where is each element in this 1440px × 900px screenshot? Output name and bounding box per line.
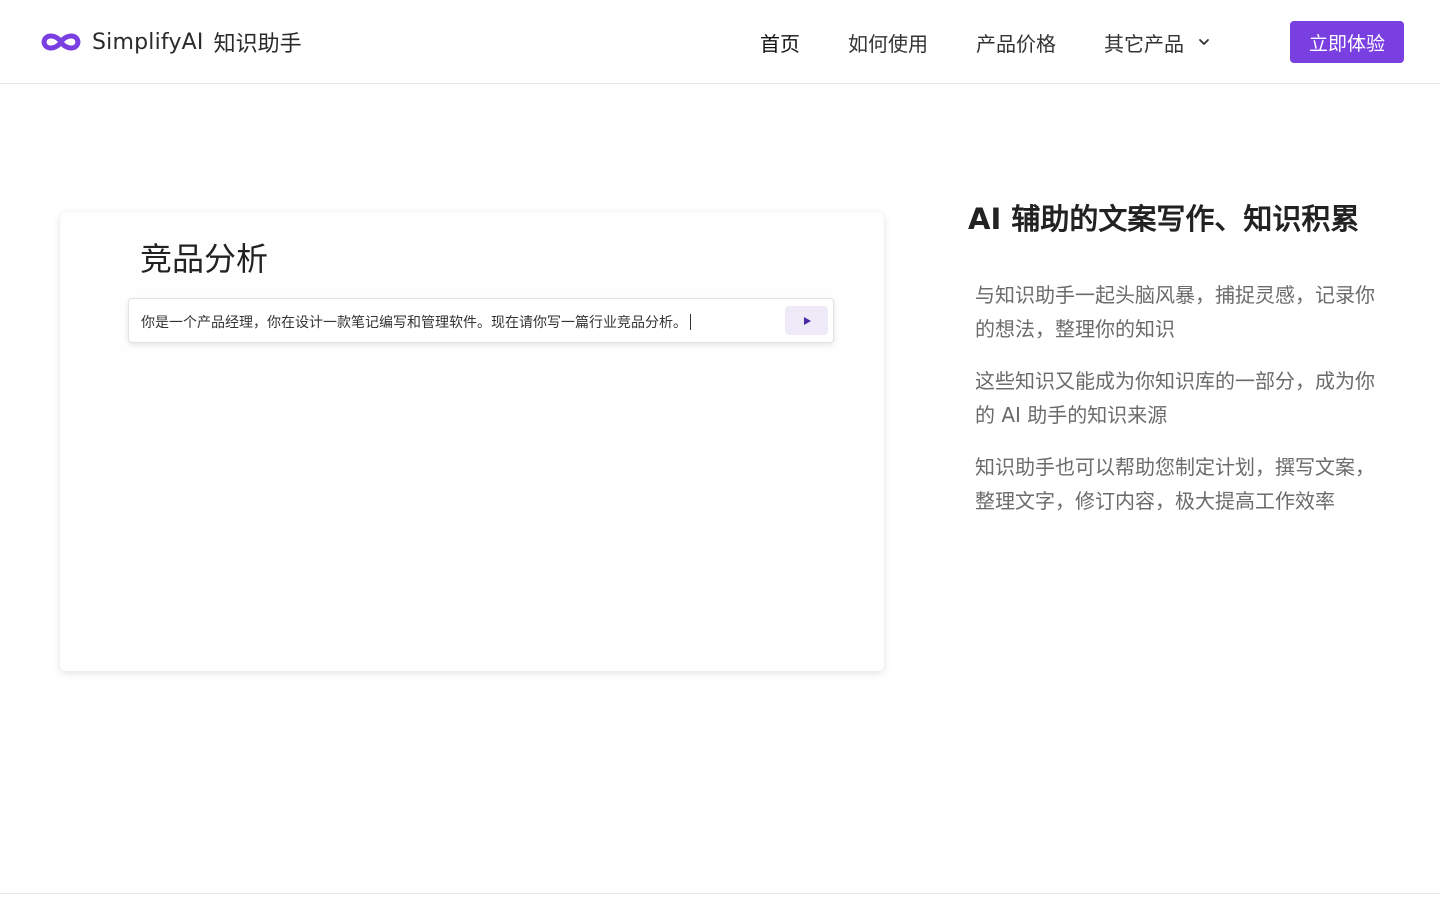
nav-item-pricing[interactable]: 产品价格 xyxy=(976,28,1056,57)
nav-item-label: 首页 xyxy=(760,31,800,56)
nav-item-label: 其它产品 xyxy=(1104,31,1184,56)
nav-item-home[interactable]: 首页 xyxy=(760,28,800,57)
main-nav: 首页 如何使用 产品价格 其它产品 xyxy=(760,0,1258,84)
text-caret xyxy=(690,314,691,330)
feature-title: AI 辅助的文案写作、知识积累 xyxy=(968,202,1360,236)
demo-title: 竞品分析 xyxy=(140,240,269,278)
try-now-button[interactable]: 立即体验 xyxy=(1290,21,1404,63)
nav-item-how-to-use[interactable]: 如何使用 xyxy=(848,28,928,57)
feature-paragraph: 与知识助手一起头脑风暴，捕捉灵感，记录你的想法，整理你的知识 xyxy=(975,283,1375,341)
infinity-logo-icon xyxy=(41,33,81,51)
top-navbar: SimplifyAI 知识助手 首页 如何使用 产品价格 其它产品 立即体验 xyxy=(0,0,1440,84)
nav-item-label: 如何使用 xyxy=(848,31,928,56)
send-button[interactable] xyxy=(785,306,828,335)
feature-section: AI 辅助的文案写作、知识积累 与知识助手一起头脑风暴，捕捉灵感，记录你的想法，… xyxy=(968,196,1398,536)
feature-paragraph: 这些知识又能成为你知识库的一部分，成为你的 AI 助手的知识来源 xyxy=(975,369,1375,427)
nav-item-other-products[interactable]: 其它产品 xyxy=(1104,28,1210,57)
demo-preview-card: 竞品分析 你是一个产品经理，你在设计一款笔记编写和管理软件。现在请你写一篇行业竞… xyxy=(60,212,884,671)
footer-divider xyxy=(0,893,1440,894)
play-icon xyxy=(803,316,811,325)
prompt-input[interactable]: 你是一个产品经理，你在设计一款笔记编写和管理软件。现在请你写一篇行业竞品分析。 xyxy=(128,298,834,343)
prompt-input-text: 你是一个产品经理，你在设计一款笔记编写和管理软件。现在请你写一篇行业竞品分析。 xyxy=(141,312,691,332)
nav-item-label: 产品价格 xyxy=(976,31,1056,56)
feature-paragraph: 知识助手也可以帮助您制定计划，撰写文案，整理文字，修订内容，极大提高工作效率 xyxy=(975,455,1375,513)
brand-product-name: 知识助手 xyxy=(213,32,302,57)
brand-logo-link[interactable]: SimplifyAI 知识助手 xyxy=(40,24,302,60)
chevron-down-icon xyxy=(1199,39,1209,45)
brand-name: SimplifyAI xyxy=(92,29,204,55)
prompt-text: 你是一个产品经理，你在设计一款笔记编写和管理软件。现在请你写一篇行业竞品分析。 xyxy=(141,315,687,331)
